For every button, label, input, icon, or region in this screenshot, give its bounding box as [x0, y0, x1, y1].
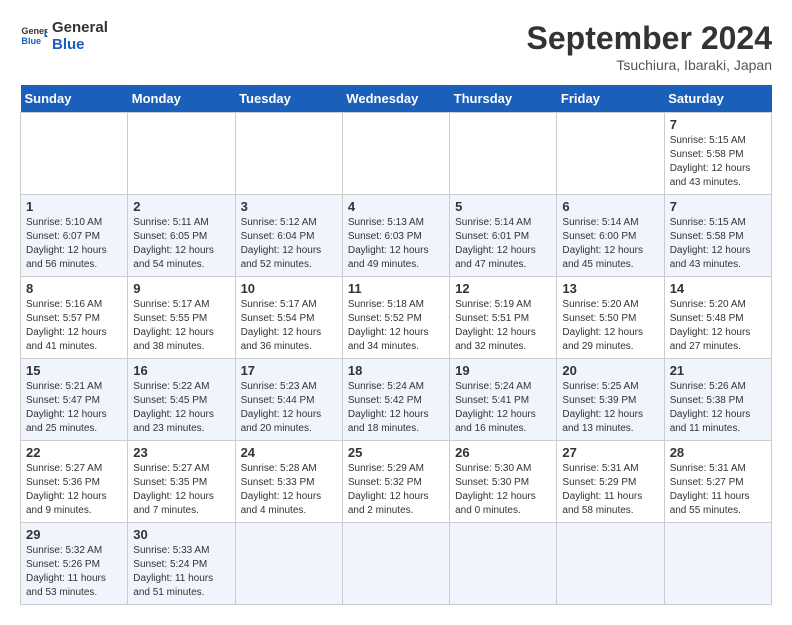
col-tuesday: Tuesday: [235, 85, 342, 113]
logo: General Blue General Blue: [20, 20, 108, 53]
svg-text:Blue: Blue: [21, 36, 41, 46]
cell-sep-30: 30 Sunrise: 5:33 AMSunset: 5:24 PMDaylig…: [128, 523, 235, 605]
cell-sep-11: 11 Sunrise: 5:18 AMSunset: 5:52 PMDaylig…: [342, 277, 449, 359]
table-row: 8 Sunrise: 5:16 AMSunset: 5:57 PMDayligh…: [21, 277, 772, 359]
cell-empty: [450, 113, 557, 195]
cell-sep-25: 25 Sunrise: 5:29 AMSunset: 5:32 PMDaylig…: [342, 441, 449, 523]
cell-sep-21: 21 Sunrise: 5:26 AMSunset: 5:38 PMDaylig…: [664, 359, 771, 441]
cell-sep-13: 13 Sunrise: 5:20 AMSunset: 5:50 PMDaylig…: [557, 277, 664, 359]
cell-sep-2: 2 Sunrise: 5:11 AMSunset: 6:05 PMDayligh…: [128, 195, 235, 277]
cell-sep-29: 29 Sunrise: 5:32 AMSunset: 5:26 PMDaylig…: [21, 523, 128, 605]
logo-text-line2: Blue: [52, 37, 108, 54]
table-row: 29 Sunrise: 5:32 AMSunset: 5:26 PMDaylig…: [21, 523, 772, 605]
col-friday: Friday: [557, 85, 664, 113]
cell-empty: [557, 523, 664, 605]
col-sunday: Sunday: [21, 85, 128, 113]
cell-sep-7b: 7 Sunrise: 5:15 AMSunset: 5:58 PMDayligh…: [664, 195, 771, 277]
cell-sep-17: 17 Sunrise: 5:23 AMSunset: 5:44 PMDaylig…: [235, 359, 342, 441]
page-header: General Blue General Blue September 2024…: [20, 20, 772, 73]
cell-empty: [21, 113, 128, 195]
col-wednesday: Wednesday: [342, 85, 449, 113]
calendar-header: September 2024 Tsuchiura, Ibaraki, Japan: [527, 20, 772, 73]
cell-empty: [235, 113, 342, 195]
col-thursday: Thursday: [450, 85, 557, 113]
cell-sep-15: 15 Sunrise: 5:21 AMSunset: 5:47 PMDaylig…: [21, 359, 128, 441]
cell-sep-26: 26 Sunrise: 5:30 AMSunset: 5:30 PMDaylig…: [450, 441, 557, 523]
cell-sep-7: 7 Sunrise: 5:15 AMSunset: 5:58 PMDayligh…: [664, 113, 771, 195]
cell-sep-20: 20 Sunrise: 5:25 AMSunset: 5:39 PMDaylig…: [557, 359, 664, 441]
table-row: 1 Sunrise: 5:10 AMSunset: 6:07 PMDayligh…: [21, 195, 772, 277]
cell-sep-27: 27 Sunrise: 5:31 AMSunset: 5:29 PMDaylig…: [557, 441, 664, 523]
cell-sep-14: 14 Sunrise: 5:20 AMSunset: 5:48 PMDaylig…: [664, 277, 771, 359]
col-saturday: Saturday: [664, 85, 771, 113]
cell-sep-8: 8 Sunrise: 5:16 AMSunset: 5:57 PMDayligh…: [21, 277, 128, 359]
cell-empty: [450, 523, 557, 605]
cell-sep-18: 18 Sunrise: 5:24 AMSunset: 5:42 PMDaylig…: [342, 359, 449, 441]
cell-sep-5: 5 Sunrise: 5:14 AMSunset: 6:01 PMDayligh…: [450, 195, 557, 277]
cell-sep-9: 9 Sunrise: 5:17 AMSunset: 5:55 PMDayligh…: [128, 277, 235, 359]
cell-sep-3: 3 Sunrise: 5:12 AMSunset: 6:04 PMDayligh…: [235, 195, 342, 277]
cell-sep-23: 23 Sunrise: 5:27 AMSunset: 5:35 PMDaylig…: [128, 441, 235, 523]
cell-empty: [664, 523, 771, 605]
cell-sep-19: 19 Sunrise: 5:24 AMSunset: 5:41 PMDaylig…: [450, 359, 557, 441]
cell-sep-28: 28 Sunrise: 5:31 AMSunset: 5:27 PMDaylig…: [664, 441, 771, 523]
svg-text:General: General: [21, 26, 48, 36]
cell-sep-1: 1 Sunrise: 5:10 AMSunset: 6:07 PMDayligh…: [21, 195, 128, 277]
cell-sep-6: 6 Sunrise: 5:14 AMSunset: 6:00 PMDayligh…: [557, 195, 664, 277]
cell-empty: [235, 523, 342, 605]
cell-empty: [557, 113, 664, 195]
cell-sep-12: 12 Sunrise: 5:19 AMSunset: 5:51 PMDaylig…: [450, 277, 557, 359]
calendar-table: Sunday Monday Tuesday Wednesday Thursday…: [20, 85, 772, 605]
table-row: 7 Sunrise: 5:15 AMSunset: 5:58 PMDayligh…: [21, 113, 772, 195]
logo-text-line1: General: [52, 20, 108, 37]
table-row: 15 Sunrise: 5:21 AMSunset: 5:47 PMDaylig…: [21, 359, 772, 441]
calendar-title: September 2024: [527, 20, 772, 57]
table-row: 22 Sunrise: 5:27 AMSunset: 5:36 PMDaylig…: [21, 441, 772, 523]
cell-empty: [342, 113, 449, 195]
cell-empty: [128, 113, 235, 195]
cell-sep-16: 16 Sunrise: 5:22 AMSunset: 5:45 PMDaylig…: [128, 359, 235, 441]
calendar-subtitle: Tsuchiura, Ibaraki, Japan: [527, 57, 772, 73]
cell-sep-4: 4 Sunrise: 5:13 AMSunset: 6:03 PMDayligh…: [342, 195, 449, 277]
cell-sep-10: 10 Sunrise: 5:17 AMSunset: 5:54 PMDaylig…: [235, 277, 342, 359]
col-monday: Monday: [128, 85, 235, 113]
cell-sep-24: 24 Sunrise: 5:28 AMSunset: 5:33 PMDaylig…: [235, 441, 342, 523]
logo-icon: General Blue: [20, 23, 48, 51]
cell-sep-22: 22 Sunrise: 5:27 AMSunset: 5:36 PMDaylig…: [21, 441, 128, 523]
cell-empty: [342, 523, 449, 605]
